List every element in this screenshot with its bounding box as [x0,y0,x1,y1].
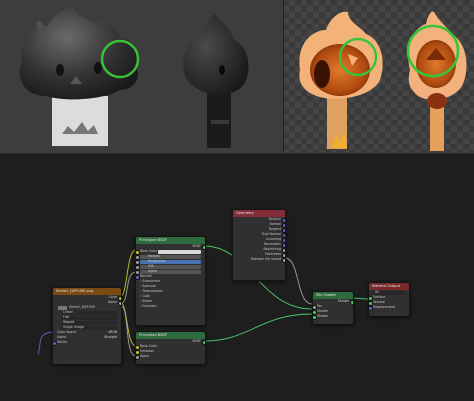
principled-bsdf-node-2[interactable]: Principled BSDF BSDF Base Color Emission… [135,331,206,365]
socket-random-per-island[interactable]: Random Per Island [233,257,285,263]
viewport-models [19,4,467,151]
input-socket[interactable] [313,315,317,320]
socket-vector-input[interactable]: Vector [53,340,121,346]
input-socket[interactable] [136,355,140,360]
material-output-header[interactable]: Material Output [369,283,409,290]
principled-bsdf-node[interactable]: Principled BSDF BSDF Base Color Metallic… [135,236,206,326]
geometry-node-header[interactable]: Geometry [233,210,285,217]
image-texture-node[interactable]: flame1_DIFFUSE.png Color Alpha flame1_DI… [52,287,122,365]
geometry-node[interactable]: Geometry Position Normal Tangent True No… [232,209,286,281]
panel-emission[interactable]: › Emission [136,304,205,309]
socket-alpha[interactable]: Alpha [136,354,205,360]
input-socket[interactable] [369,306,373,311]
output-socket[interactable] [281,258,285,263]
clay-model-front [19,4,139,146]
mix-shader-node[interactable]: Mix Shader Shader Fac Shader Shader [312,291,354,325]
socket-shader-b[interactable]: Shader [313,314,353,320]
mix-shader-header[interactable]: Mix Shader [313,292,353,299]
clay-model-side [183,14,249,148]
socket-displacement[interactable]: Displacement [369,305,409,311]
input-socket[interactable] [53,341,57,346]
textured-model-front [299,11,383,149]
shader-node-editor[interactable]: Geometry Position Normal Tangent True No… [0,153,474,401]
image-texture-header[interactable]: flame1_DIFFUSE.png [53,288,121,295]
viewport-area[interactable] [0,0,474,153]
material-output-node[interactable]: Material Output All Surface Volume Displ… [368,282,410,317]
bsdf-node-header[interactable]: Principled BSDF [136,237,205,244]
bsdf2-node-header[interactable]: Principled BSDF [136,332,205,339]
